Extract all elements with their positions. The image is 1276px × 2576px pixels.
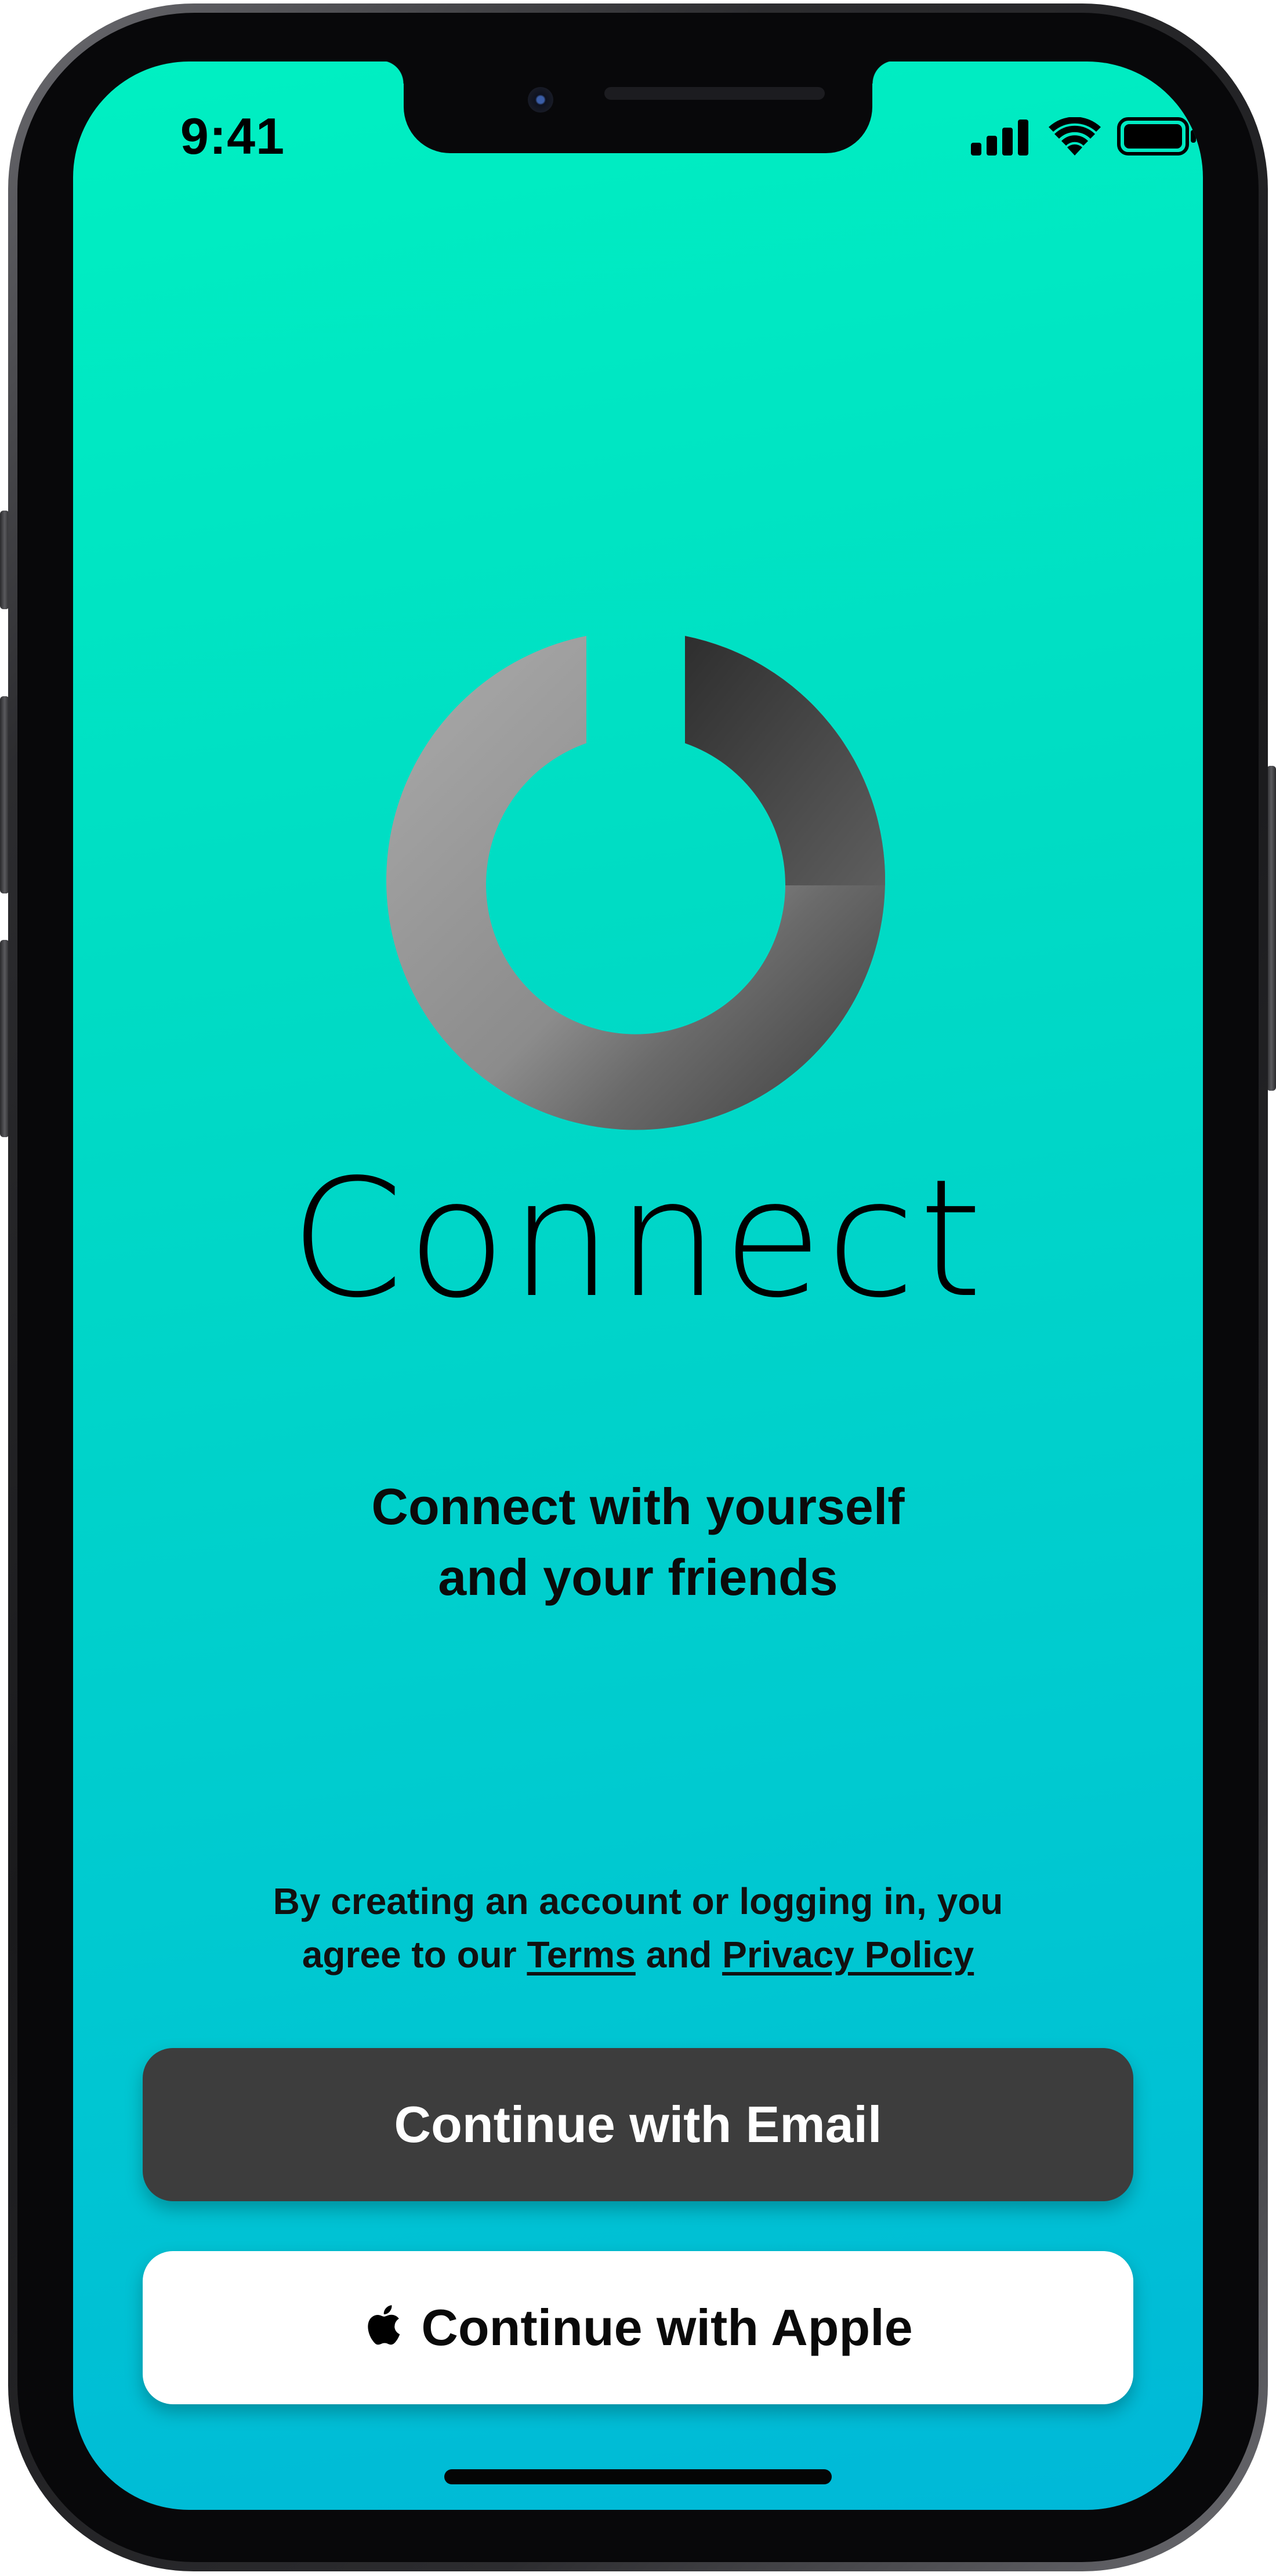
front-camera — [528, 87, 553, 113]
phone-device: 9:41 Connect Connect with yourself and y… — [0, 0, 1276, 2576]
legal-line-2: agree to our Terms and Privacy Policy — [73, 1928, 1203, 1981]
tagline-line-1: Connect with yourself — [371, 1478, 905, 1535]
app-title: Connect — [290, 1145, 986, 1334]
legal-conjunction: and — [635, 1934, 723, 1976]
notch — [380, 61, 896, 153]
app-screen: 9:41 Connect Connect with yourself and y… — [73, 61, 1203, 2510]
legal-line-1: By creating an account or logging in, yo… — [273, 1880, 1003, 1922]
status-time: 9:41 — [180, 107, 285, 165]
wifi-icon — [1049, 117, 1101, 155]
tagline-line-2: and your friends — [438, 1549, 838, 1606]
legal-notice: By creating an account or logging in, yo… — [73, 1875, 1203, 1981]
home-indicator[interactable] — [444, 2469, 832, 2484]
battery-icon — [1117, 117, 1196, 155]
terms-link[interactable]: Terms — [527, 1934, 635, 1976]
continue-with-apple-button[interactable]: Continue with Apple — [143, 2251, 1133, 2404]
apple-button-label: Continue with Apple — [421, 2299, 913, 2356]
status-icons — [897, 117, 1196, 158]
apple-logo-icon — [368, 2305, 400, 2345]
tagline: Connect with yourself and your friends — [73, 1471, 1203, 1613]
email-button-label: Continue with Email — [394, 2096, 882, 2153]
continue-with-email-button[interactable]: Continue with Email — [143, 2048, 1133, 2201]
power-ring-logo — [386, 636, 885, 1141]
legal-prefix: agree to our — [302, 1934, 527, 1976]
power-button — [1267, 766, 1276, 1091]
earpiece-speaker — [604, 87, 825, 100]
cellular-signal-icon — [971, 120, 1028, 155]
privacy-policy-link[interactable]: Privacy Policy — [722, 1934, 974, 1976]
